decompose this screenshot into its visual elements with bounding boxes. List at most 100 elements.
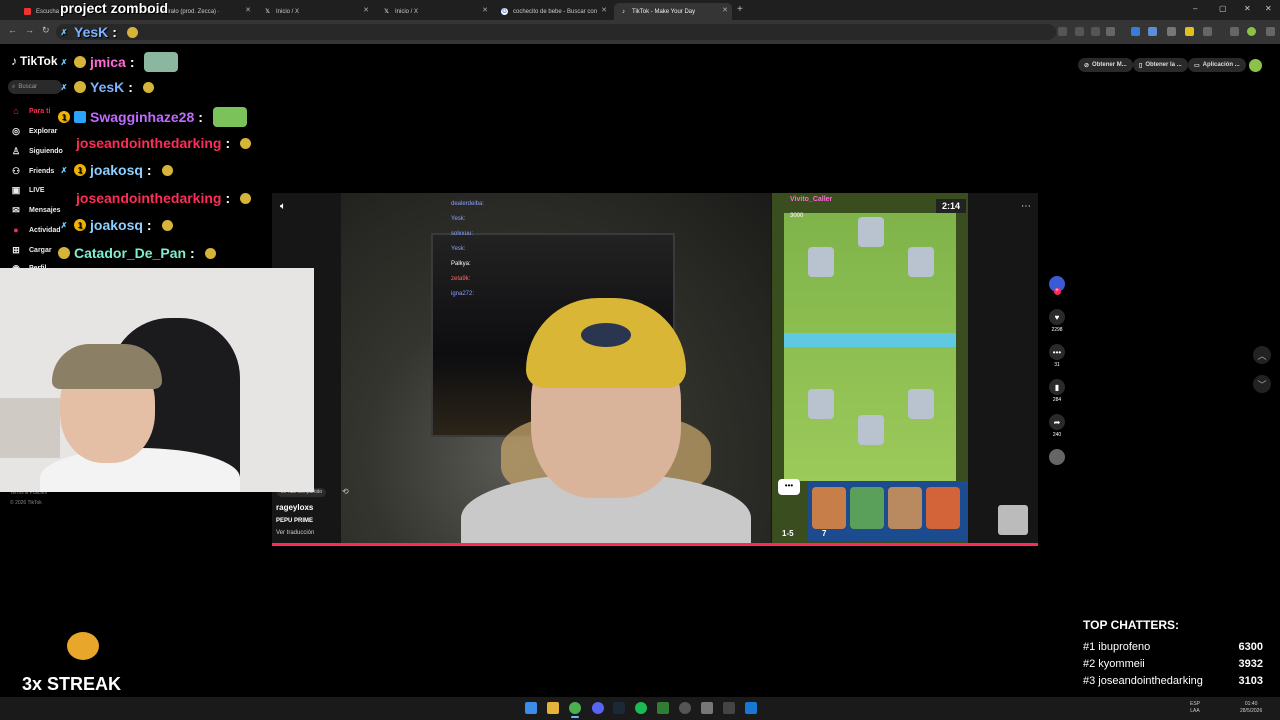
overlay-chat-line: solxxuu: bbox=[451, 231, 474, 237]
crown-badge-icon bbox=[74, 81, 86, 93]
chat-message: Catador_De_Pan: bbox=[58, 245, 216, 261]
search-icon: ⌕ bbox=[12, 83, 16, 90]
repost-icon[interactable]: ⟲ bbox=[342, 487, 349, 496]
like-button[interactable]: ♥ 2298 bbox=[1047, 309, 1067, 333]
streak-counter: 3x STREAK bbox=[22, 674, 122, 694]
extension-icon[interactable] bbox=[1131, 27, 1140, 36]
close-icon[interactable]: ✕ bbox=[363, 6, 369, 14]
emote-icon bbox=[998, 505, 1028, 535]
avatar[interactable] bbox=[1249, 59, 1262, 72]
new-tab-button[interactable]: + bbox=[737, 4, 743, 15]
emote-icon bbox=[144, 52, 179, 72]
get-app-button[interactable]: ▯ Obtener la ... bbox=[1133, 58, 1188, 72]
obs-icon[interactable] bbox=[679, 702, 691, 714]
game-icon[interactable] bbox=[657, 702, 669, 714]
close-icon[interactable]: ✕ bbox=[245, 6, 251, 14]
window-close-icon[interactable]: ✕ bbox=[1265, 4, 1272, 13]
star-icon[interactable] bbox=[1106, 27, 1115, 36]
chatter-name: #1 ibuprofeno bbox=[1083, 641, 1151, 653]
profile-avatar[interactable] bbox=[1247, 27, 1256, 36]
close-icon[interactable]: ✕ bbox=[601, 6, 607, 14]
back-icon[interactable]: ← bbox=[8, 25, 17, 35]
sidebar-item-cargar[interactable]: ⊞ Cargar bbox=[11, 245, 51, 256]
spotify-icon[interactable] bbox=[635, 702, 647, 714]
sidebar-item-live[interactable]: ▣ LIVE bbox=[11, 185, 45, 196]
minimize-icon[interactable]: – bbox=[1193, 4, 1197, 13]
sidebar-item-explorar[interactable]: ◎ Explorar bbox=[11, 126, 57, 137]
elixir-count: 7 bbox=[822, 529, 827, 538]
explorer-icon[interactable] bbox=[547, 702, 559, 714]
game-river bbox=[784, 333, 956, 347]
app-icon[interactable] bbox=[745, 702, 757, 714]
extension-icon[interactable] bbox=[1185, 27, 1194, 36]
sidebar-item-label: LIVE bbox=[29, 187, 45, 194]
forward-icon[interactable]: → bbox=[25, 25, 34, 35]
desktop-app-button[interactable]: ▭ Aplicación ... bbox=[1188, 58, 1246, 72]
extension-icon[interactable] bbox=[1167, 27, 1176, 36]
get-coins-button[interactable]: ⊘ Obtener M... bbox=[1078, 58, 1133, 72]
chat-username: joseandointhedarking bbox=[76, 190, 222, 206]
sidebar-item-para-ti[interactable]: ⌂ Para ti bbox=[11, 106, 50, 116]
bookmark-button[interactable]: ▮ 284 bbox=[1047, 379, 1067, 403]
video-progress-bar[interactable] bbox=[272, 543, 1038, 546]
clock[interactable]: 01:40 28/5/2026 bbox=[1240, 701, 1262, 715]
discord-icon[interactable] bbox=[592, 702, 604, 714]
address-input[interactable] bbox=[56, 24, 1056, 40]
chevron-down-icon[interactable]: ﹀ bbox=[1253, 375, 1271, 393]
share-button[interactable]: ➦ 240 bbox=[1047, 414, 1067, 438]
tab-google[interactable]: G cochecito de bebe - Buscar con ✕ bbox=[495, 3, 611, 20]
game-capture: Vivito_Caller 3000 7 1-5 bbox=[772, 193, 968, 546]
cast-icon[interactable] bbox=[1075, 27, 1084, 36]
king-tower-enemy bbox=[858, 217, 884, 247]
steam-icon[interactable] bbox=[613, 702, 625, 714]
card-deck: 7 bbox=[808, 481, 968, 541]
monitor-icon: ▭ bbox=[1194, 62, 1200, 69]
tab-label: TikTok - Make Your Day bbox=[632, 8, 696, 15]
sidebar-item-siguiendo[interactable]: ♙ Siguiendo bbox=[11, 146, 63, 157]
puzzle-icon[interactable] bbox=[1203, 27, 1212, 36]
sound-disc[interactable] bbox=[1047, 449, 1067, 465]
language-indicator[interactable]: ESP LAA bbox=[1190, 701, 1200, 715]
crown-badge-icon bbox=[74, 56, 86, 68]
search-input[interactable]: ⌕ Buscar bbox=[8, 80, 62, 94]
comment-button[interactable]: ••• 31 bbox=[1047, 344, 1067, 368]
translate-link[interactable]: Ver traducción bbox=[276, 530, 314, 536]
zoom-icon[interactable] bbox=[1091, 27, 1100, 36]
menu-icon[interactable] bbox=[1266, 27, 1275, 36]
close-icon[interactable]: ✕ bbox=[482, 6, 488, 14]
sidebar-item-mensajes[interactable]: ✉ Mensajes bbox=[11, 205, 60, 216]
chrome-icon[interactable] bbox=[569, 702, 581, 714]
tool-icon[interactable] bbox=[701, 702, 713, 714]
extension-icon[interactable] bbox=[1148, 27, 1157, 36]
volume-icon[interactable]: 🔈︎ bbox=[280, 201, 286, 212]
sword-badge-icon: ✗ bbox=[60, 220, 68, 230]
window-close-icon[interactable]: ✕ bbox=[1244, 4, 1251, 13]
terminal-icon[interactable] bbox=[723, 702, 735, 714]
sidebar-item-actividad[interactable]: ● Actividad bbox=[11, 225, 60, 235]
chevron-up-icon[interactable]: ︿ bbox=[1253, 346, 1271, 364]
chat-username: Swagginhaze28 bbox=[90, 109, 195, 125]
start-icon[interactable] bbox=[525, 702, 537, 714]
restore-icon[interactable]: ▢ bbox=[1219, 4, 1227, 13]
follow-plus-icon[interactable]: + bbox=[1053, 288, 1061, 295]
sidebar-item-label: Explorar bbox=[29, 128, 58, 135]
more-options-icon[interactable]: ⋯ bbox=[1021, 201, 1031, 212]
tab-x-1[interactable]: 𝕏 Inicio / X ✕ bbox=[258, 3, 373, 20]
creator-avatar[interactable]: + bbox=[1047, 276, 1067, 295]
comment-icon: ••• bbox=[1049, 344, 1065, 360]
chat-message: ✗ 1 joakosq: bbox=[58, 162, 173, 178]
close-icon[interactable]: ✕ bbox=[722, 6, 728, 14]
tab-x-2[interactable]: 𝕏 Inicio / X ✕ bbox=[377, 3, 492, 20]
sidebar-item-friends[interactable]: ⚇ Friends bbox=[11, 166, 54, 177]
sidebar-icon[interactable] bbox=[1230, 27, 1239, 36]
reload-icon[interactable]: ↻ bbox=[42, 25, 50, 36]
chat-message: 1 Swagginhaze28: bbox=[58, 107, 247, 127]
overlay-chat-line: Palkya: bbox=[451, 261, 471, 267]
translate-icon[interactable] bbox=[1058, 27, 1067, 36]
video-username[interactable]: rageyloxs bbox=[276, 503, 313, 512]
home-icon: ⌂ bbox=[13, 106, 19, 116]
tab-tiktok[interactable]: ♪ TikTok - Make Your Day ✕ bbox=[614, 3, 732, 20]
video-player[interactable]: 🔈︎ dealerdeiba: Yesk: solxxuu: Yesk: Pal… bbox=[272, 193, 1038, 546]
tiktok-logo[interactable]: ♪ TikTok bbox=[11, 54, 58, 68]
friends-icon: ⚇ bbox=[11, 166, 21, 176]
